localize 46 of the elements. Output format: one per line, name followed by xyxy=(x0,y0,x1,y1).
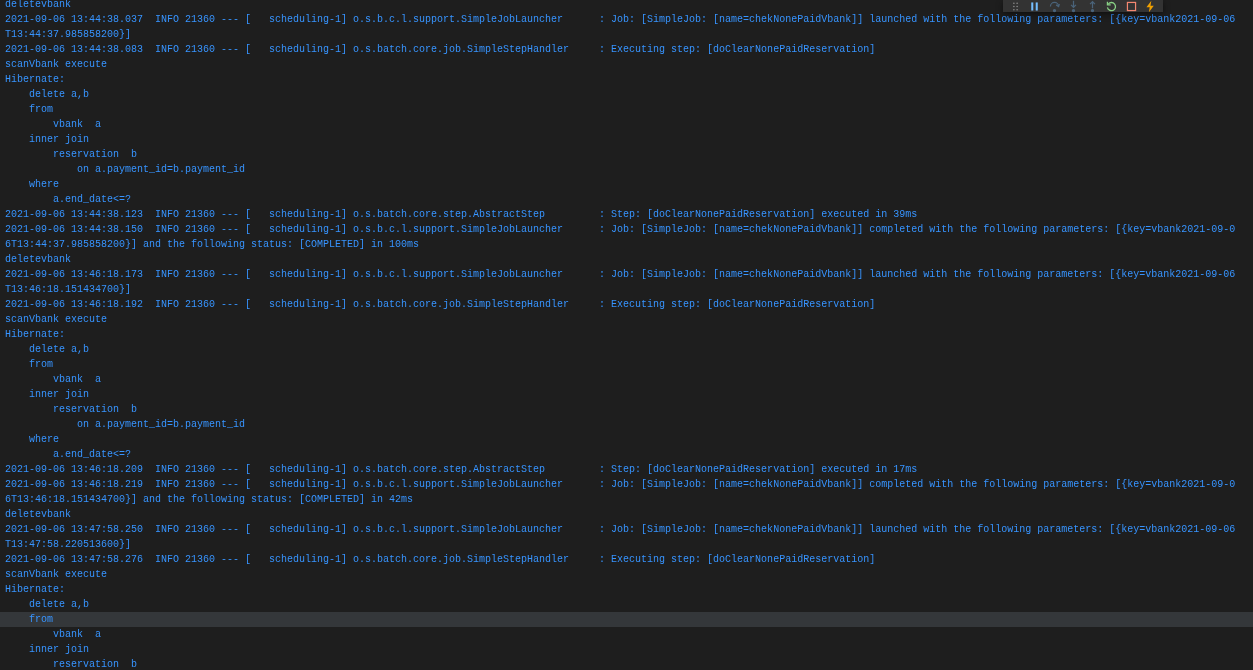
log-line: deletevbank xyxy=(4,508,71,522)
log-line: on a.payment_id=b.payment_id xyxy=(76,418,246,432)
log-line: where xyxy=(28,178,59,192)
log-line: 2021-09-06 13:47:58.276 INFO 21360 --- [ scheduling-1] o.s.batch.core.job.SimpleStepHandler : Executing step: [doClearNonePaidReservation] xyxy=(4,553,876,567)
log-line: 6T13:44:37.985858200}] and the following status: [COMPLETED] in 100ms xyxy=(4,238,420,252)
log-line: delete a,b xyxy=(28,88,89,102)
log-line: deletevbank xyxy=(4,253,71,267)
log-line: vbank a xyxy=(52,373,101,387)
log-line: deletevbank xyxy=(4,0,71,12)
log-line: from xyxy=(28,358,53,372)
stop-icon[interactable] xyxy=(1124,0,1138,13)
log-line: 2021-09-06 13:44:38.037 INFO 21360 --- [ scheduling-1] o.s.b.c.l.support.SimpleJobLauncher : Job: [SimpleJob: [name=chekNonePaidVbank]] launched with the following parameters: [{key=vbank2021-09-06 xyxy=(4,13,1236,27)
log-line: 2021-09-06 13:44:38.083 INFO 21360 --- [ scheduling-1] o.s.batch.core.job.SimpleStepHandler : Executing step: [doClearNonePaidReservation] xyxy=(4,43,876,57)
log-line: on a.payment_id=b.payment_id xyxy=(76,163,246,177)
log-line: reservation b xyxy=(52,403,138,417)
log-line: Hibernate: xyxy=(4,583,65,597)
log-line: 2021-09-06 13:47:58.250 INFO 21360 --- [ scheduling-1] o.s.b.c.l.support.SimpleJobLauncher : Job: [SimpleJob: [name=chekNonePaidVbank]] launched with the following parameters: [{key=vbank2021-09-06 xyxy=(4,523,1236,537)
log-line: inner join xyxy=(28,133,89,147)
log-line: reservation b xyxy=(52,148,138,162)
log-line: from xyxy=(28,103,53,117)
log-line: 2021-09-06 13:44:38.150 INFO 21360 --- [ scheduling-1] o.s.b.c.l.support.SimpleJobLauncher : Job: [SimpleJob: [name=chekNonePaidVbank]] completed with the following parameters: [{key=vbank2021-09-0 xyxy=(4,223,1236,237)
log-line: 2021-09-06 13:44:38.123 INFO 21360 --- [ scheduling-1] o.s.batch.core.step.AbstractStep : Step: [doClearNonePaidReservation] executed in 39ms xyxy=(4,208,918,222)
log-line: 2021-09-06 13:46:18.173 INFO 21360 --- [ scheduling-1] o.s.b.c.l.support.SimpleJobLauncher : Job: [SimpleJob: [name=chekNonePaidVbank]] launched with the following parameters: [{key=vbank2021-09-06 xyxy=(4,268,1236,282)
log-line: 6T13:46:18.151434700}] and the following status: [COMPLETED] in 42ms xyxy=(4,493,414,507)
log-line: a.end_date<=? xyxy=(52,193,132,207)
log-line: T13:44:37.985858200}] xyxy=(4,28,132,42)
log-line: scanVbank execute xyxy=(4,313,108,327)
log-line: vbank a xyxy=(52,628,101,642)
log-line: 2021-09-06 13:46:18.192 INFO 21360 --- [ scheduling-1] o.s.batch.core.job.SimpleStepHandler : Executing step: [doClearNonePaidReservation] xyxy=(4,298,876,312)
log-line: a.end_date<=? xyxy=(52,448,132,462)
log-line: 2021-09-06 13:46:18.209 INFO 21360 --- [ scheduling-1] o.s.batch.core.step.AbstractStep : Step: [doClearNonePaidReservation] executed in 17ms xyxy=(4,463,918,477)
log-line: inner join xyxy=(28,643,89,657)
restart-icon[interactable] xyxy=(1105,0,1119,13)
log-line: T13:46:18.151434700}] xyxy=(4,283,132,297)
log-line: delete a,b xyxy=(28,598,89,612)
log-line: delete a,b xyxy=(28,343,89,357)
log-line: where xyxy=(28,433,59,447)
log-line: 2021-09-06 13:46:18.219 INFO 21360 --- [ scheduling-1] o.s.b.c.l.support.SimpleJobLauncher : Job: [SimpleJob: [name=chekNonePaidVbank]] completed with the following parameters: [{key=vbank2021-09-0 xyxy=(4,478,1236,492)
log-line: vbank a xyxy=(52,118,101,132)
log-line: scanVbank execute xyxy=(4,58,108,72)
log-line: scanVbank execute xyxy=(4,568,108,582)
log-line: reservation b xyxy=(52,658,138,670)
log-line: Hibernate: xyxy=(4,73,65,87)
log-line: T13:47:58.220513600}] xyxy=(4,538,132,552)
log-line: inner join xyxy=(28,388,89,402)
log-line: Hibernate: xyxy=(4,328,65,342)
